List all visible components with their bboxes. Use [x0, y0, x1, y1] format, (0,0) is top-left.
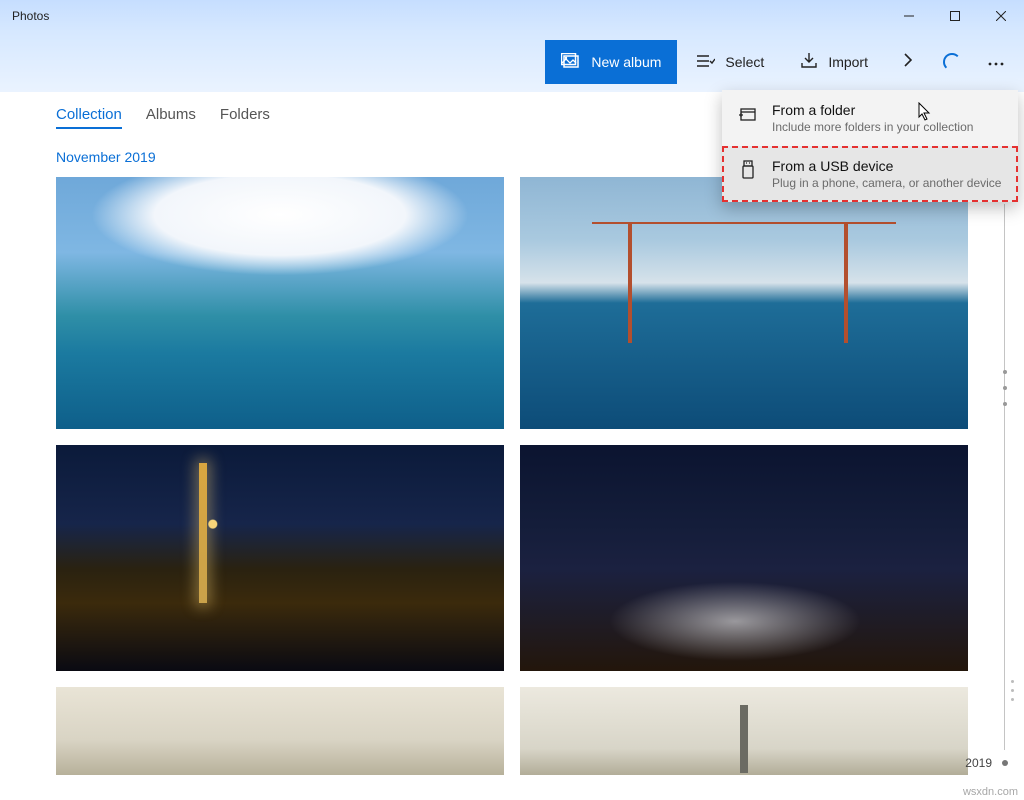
- app-title: Photos: [12, 9, 49, 23]
- folder-add-icon: [738, 104, 758, 124]
- tab-albums[interactable]: Albums: [146, 106, 196, 129]
- title-bar: Photos: [0, 0, 1024, 32]
- import-label: Import: [828, 54, 868, 70]
- photo-thumbnail[interactable]: [56, 445, 504, 671]
- photo-thumbnail[interactable]: [520, 445, 968, 671]
- minimize-button[interactable]: [886, 0, 932, 32]
- watermark: wsxdn.com: [963, 786, 1018, 798]
- window-controls: [886, 0, 1024, 32]
- dropdown-item-title: From a USB device: [772, 158, 1001, 174]
- new-album-button[interactable]: New album: [545, 40, 677, 84]
- dropdown-item-title: From a folder: [772, 102, 973, 118]
- dropdown-text: From a folder Include more folders in yo…: [772, 102, 973, 134]
- close-button[interactable]: [978, 0, 1024, 32]
- more-button[interactable]: [976, 40, 1016, 84]
- select-icon: [697, 54, 715, 71]
- import-from-usb-item[interactable]: From a USB device Plug in a phone, camer…: [722, 146, 1018, 202]
- tab-collection[interactable]: Collection: [56, 106, 122, 129]
- new-album-label: New album: [591, 54, 661, 70]
- photo-thumbnail[interactable]: [56, 177, 504, 429]
- photo-thumbnail[interactable]: [520, 687, 968, 775]
- photo-thumbnail[interactable]: [56, 687, 504, 775]
- new-album-icon: [561, 53, 581, 72]
- chevron-right-icon: [904, 53, 912, 72]
- timeline-year-marker[interactable]: [1002, 760, 1008, 766]
- toolbar: New album Select Import: [0, 32, 1024, 92]
- select-button[interactable]: Select: [681, 40, 780, 84]
- import-icon: [800, 53, 818, 72]
- timeline-line: [1004, 204, 1005, 750]
- maximize-button[interactable]: [932, 0, 978, 32]
- spinner-icon: [943, 53, 961, 71]
- usb-icon: [738, 160, 758, 180]
- more-icon: [988, 53, 1004, 71]
- timeline-tick: [1003, 386, 1007, 390]
- dropdown-item-subtitle: Include more folders in your collection: [772, 120, 973, 134]
- sync-indicator: [932, 40, 972, 84]
- import-button[interactable]: Import: [784, 40, 884, 84]
- dropdown-item-subtitle: Plug in a phone, camera, or another devi…: [772, 176, 1001, 190]
- photo-thumbnail[interactable]: [520, 177, 968, 429]
- timeline-year-label: 2019: [965, 756, 992, 770]
- timeline-extra-ticks: [1011, 680, 1014, 701]
- overflow-chevron-button[interactable]: [888, 40, 928, 84]
- dropdown-text: From a USB device Plug in a phone, camer…: [772, 158, 1001, 190]
- timeline-tick: [1003, 370, 1007, 374]
- select-label: Select: [725, 54, 764, 70]
- tab-folders[interactable]: Folders: [220, 106, 270, 129]
- import-from-folder-item[interactable]: From a folder Include more folders in yo…: [722, 90, 1018, 146]
- import-dropdown: From a folder Include more folders in yo…: [722, 90, 1018, 202]
- timeline-tick: [1003, 402, 1007, 406]
- content-area: November 2019: [0, 149, 1024, 775]
- photo-grid: [56, 177, 968, 775]
